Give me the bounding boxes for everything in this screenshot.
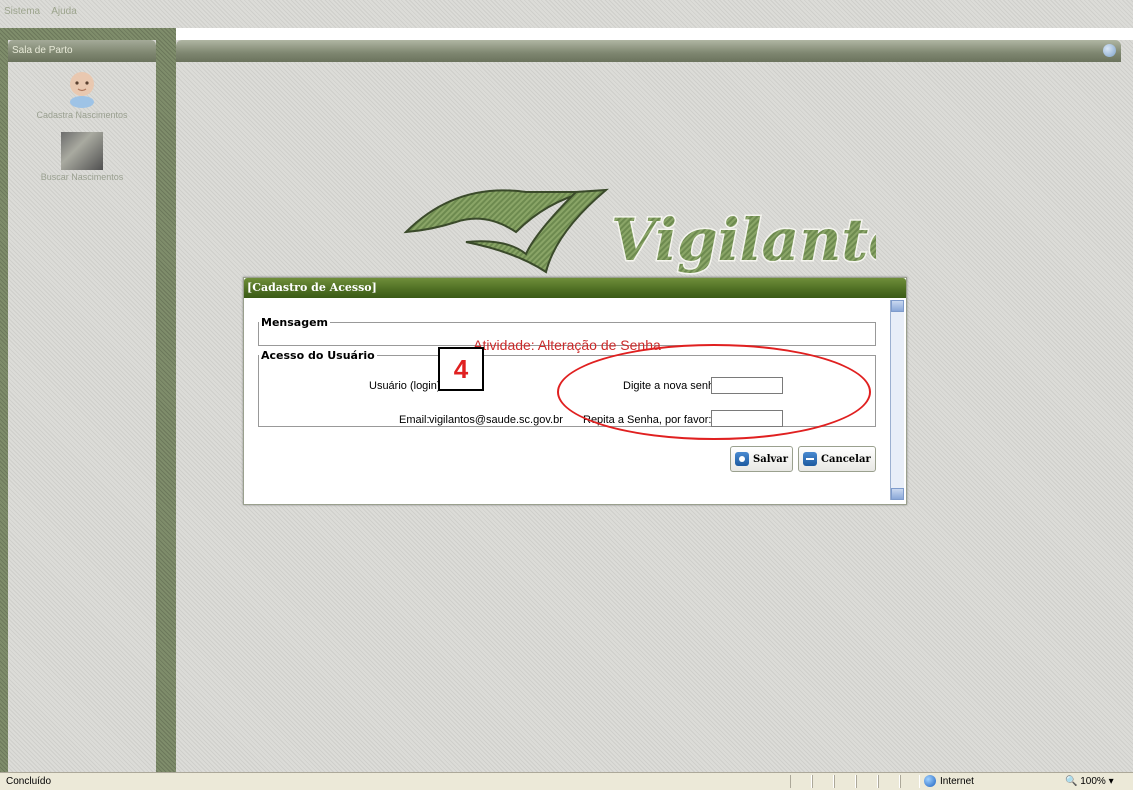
menu-sistema[interactable]: Sistema: [0, 0, 44, 17]
scroll-up-arrow-icon[interactable]: [891, 300, 904, 312]
save-label: Salvar: [753, 453, 789, 465]
status-segment: [790, 775, 812, 788]
vigilantos-logo: Vigilantos: [403, 188, 876, 276]
dialog-scrollbar[interactable]: [890, 300, 904, 500]
status-segment: [900, 775, 920, 788]
save-icon: [735, 452, 749, 466]
status-bar: Concluído Internet 🔍 100% ▾: [0, 772, 1133, 790]
access-legend: Acesso do Usuário: [261, 349, 375, 362]
left-panel: Sala de Parto Cadastra Nascimentos Busca…: [8, 40, 156, 772]
left-frame: Sala de Parto Cadastra Nascimentos Busca…: [0, 28, 176, 772]
globe-icon: [924, 775, 936, 787]
status-segment: [812, 775, 834, 788]
magnifier-icon: 🔍: [1065, 776, 1078, 787]
scroll-down-arrow-icon[interactable]: [891, 488, 904, 500]
menu-ajuda[interactable]: Ajuda: [47, 0, 81, 17]
main-header: [176, 40, 1121, 62]
sidebar-item-label: Buscar Nascimentos: [40, 172, 124, 182]
zoom-level: 100%: [1080, 776, 1106, 787]
left-panel-header: Sala de Parto: [8, 40, 156, 62]
security-zone[interactable]: Internet: [924, 775, 974, 787]
cancel-label: Cancelar: [821, 453, 871, 465]
message-fieldset: Mensagem Atividade: Alteração de Senha: [258, 316, 876, 353]
status-segment: [856, 775, 878, 788]
baby-icon: [70, 72, 94, 108]
zone-label: Internet: [940, 775, 974, 787]
sidebar-item-label: Cadastra Nascimentos: [36, 110, 128, 120]
menu-bar: Sistema Ajuda: [0, 0, 1133, 28]
search-record-icon: [61, 132, 103, 170]
cancel-button[interactable]: Cancelar: [798, 446, 876, 472]
highlight-ellipse-annotation: [557, 344, 871, 440]
sidebar-item-buscar-nascimentos[interactable]: Buscar Nascimentos: [8, 132, 156, 182]
dialog-title: [Cadastro de Acesso]: [244, 278, 906, 298]
save-button[interactable]: Salvar: [730, 446, 794, 472]
message-legend: Mensagem: [261, 316, 329, 329]
chevron-down-icon: ▾: [1108, 776, 1114, 787]
status-text: Concluído: [6, 776, 52, 787]
logo-text: Vigilantos: [611, 206, 876, 274]
zoom-control[interactable]: 🔍 100% ▾: [1065, 776, 1114, 787]
status-segment: [878, 775, 900, 788]
help-icon[interactable]: [1103, 44, 1116, 57]
email-value: vigilantos@saude.sc.gov.br: [429, 414, 563, 426]
step-number-annotation: 4: [438, 347, 484, 391]
email-label: Email:: [399, 414, 430, 426]
cancel-icon: [803, 452, 817, 466]
status-segment: [834, 775, 856, 788]
user-label: Usuário (login):: [369, 380, 444, 392]
sidebar-item-cadastra-nascimentos[interactable]: Cadastra Nascimentos: [8, 68, 156, 120]
